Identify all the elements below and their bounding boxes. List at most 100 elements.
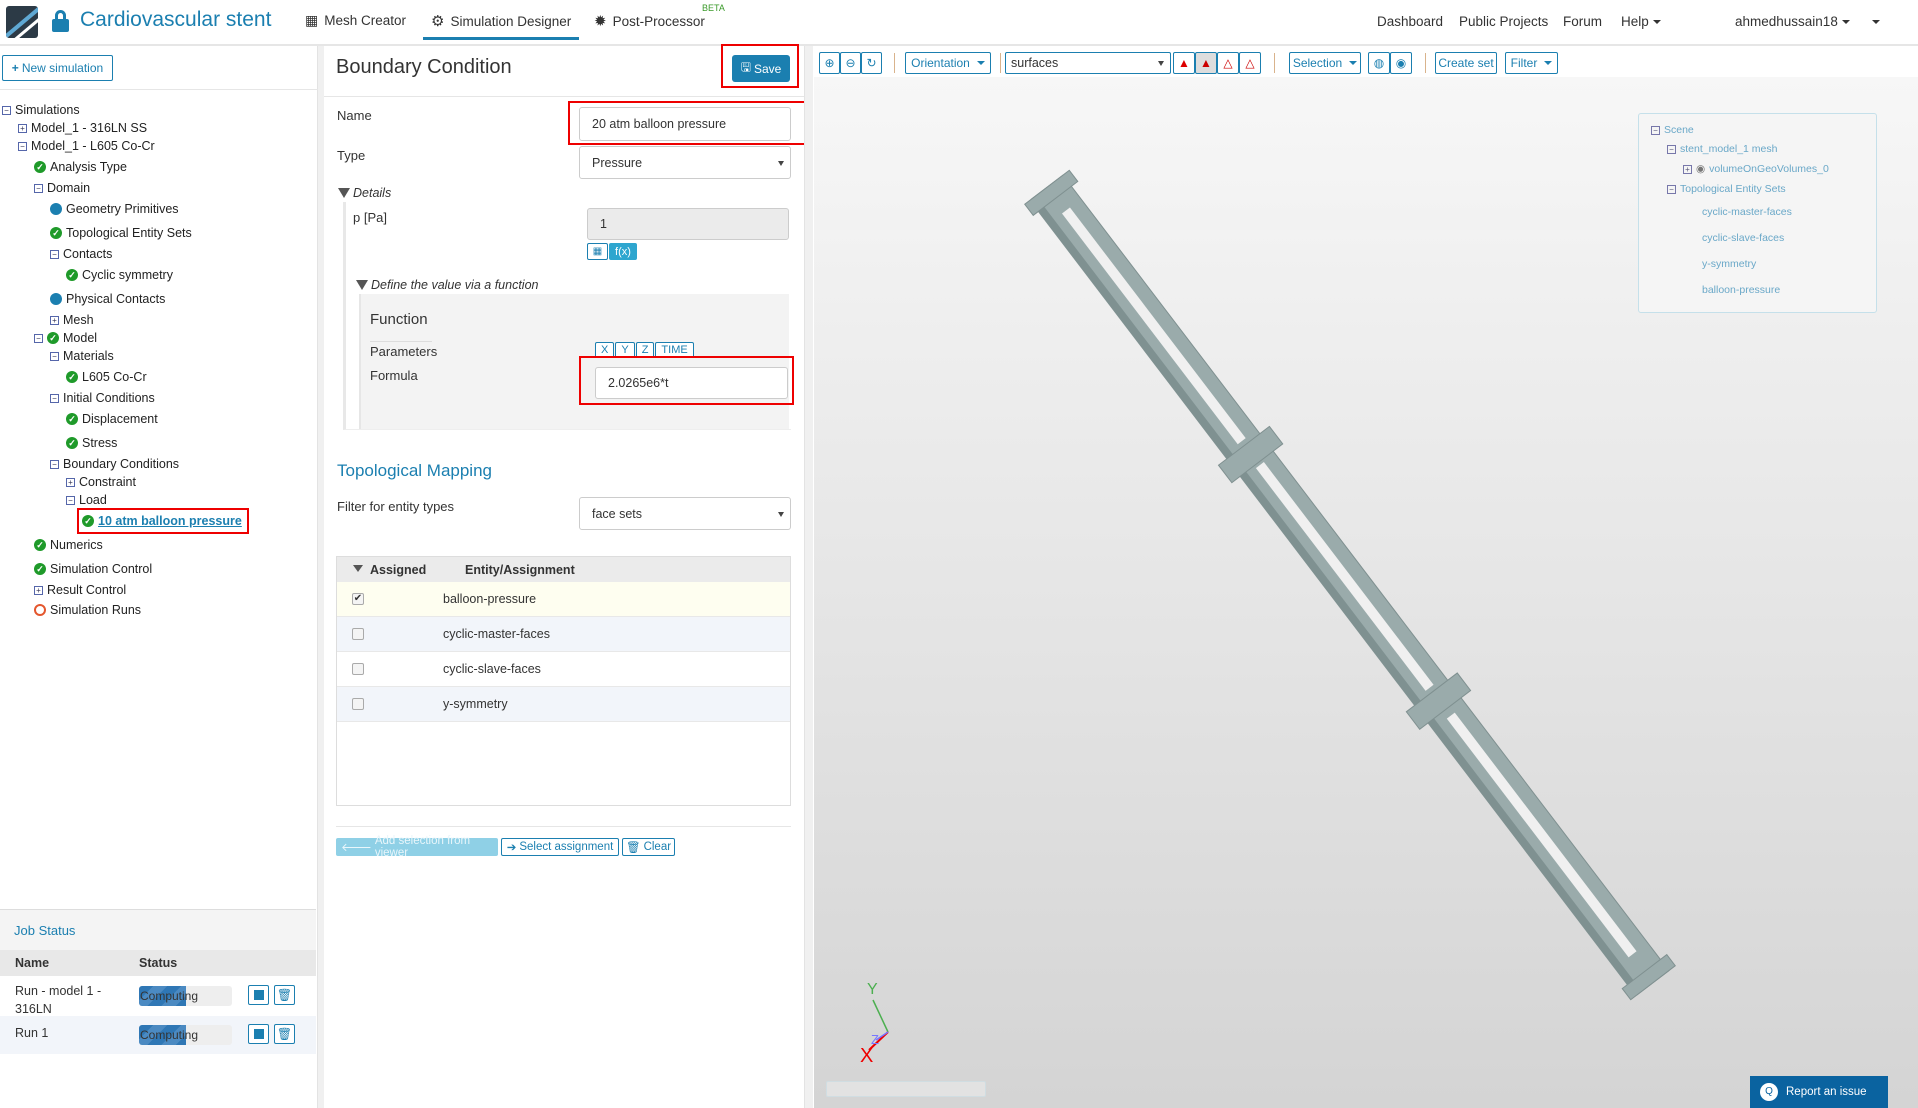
- tree-item[interactable]: − Materials: [50, 348, 114, 364]
- reset-view-button[interactable]: ↻: [861, 52, 882, 74]
- table-row[interactable]: cyclic-master-faces: [337, 617, 790, 652]
- report-issue-button[interactable]: Q Report an issue: [1750, 1076, 1888, 1108]
- clear-button[interactable]: 🗑 Clear: [622, 838, 675, 856]
- nav-mesh-creator[interactable]: ▦ Mesh Creator: [305, 12, 406, 29]
- expand-icon[interactable]: +: [18, 123, 27, 133]
- collapse-icon[interactable]: −: [50, 249, 59, 259]
- tree-item[interactable]: ✓ Cyclic symmetry: [66, 267, 173, 283]
- zoom-out-button[interactable]: ⊖: [840, 52, 861, 74]
- expand-icon[interactable]: +: [50, 315, 59, 325]
- render-solid-edges-button[interactable]: ▲: [1195, 52, 1217, 74]
- stop-job-button[interactable]: [248, 985, 269, 1005]
- expand-icon[interactable]: +: [1683, 164, 1692, 174]
- tree-item[interactable]: ✓ Stress: [66, 435, 117, 451]
- tree-item[interactable]: Geometry Primitives: [50, 201, 179, 217]
- collapse-icon[interactable]: −: [1651, 125, 1660, 135]
- stop-job-button[interactable]: [248, 1024, 269, 1044]
- tree-item[interactable]: ✓ L605 Co-Cr: [66, 369, 147, 385]
- col-entity[interactable]: Entity/Assignment: [465, 563, 575, 577]
- scene-volume[interactable]: + ◉ volumeOnGeoVolumes_0: [1683, 163, 1829, 175]
- app-logo[interactable]: [6, 6, 38, 38]
- tree-item[interactable]: − Contacts: [50, 246, 112, 262]
- nav-forum[interactable]: Forum: [1563, 14, 1602, 29]
- nav-simulation-designer[interactable]: ⚙ Simulation Designer: [423, 12, 580, 40]
- assigned-checkbox[interactable]: ✔: [352, 593, 364, 605]
- details-toggle[interactable]: Details: [338, 186, 391, 200]
- tree-item[interactable]: ✓ Analysis Type: [34, 159, 127, 175]
- tree-item[interactable]: Simulation Runs: [34, 602, 141, 618]
- scene-root[interactable]: − Scene: [1651, 124, 1694, 136]
- user-menu[interactable]: ahmedhussain18: [1735, 14, 1850, 29]
- viewer-console-input[interactable]: [826, 1081, 986, 1097]
- save-button[interactable]: 🖫 Save: [732, 55, 790, 82]
- tree-item[interactable]: − Domain: [34, 180, 90, 196]
- delete-job-button[interactable]: 🗑: [274, 1024, 295, 1044]
- new-simulation-button[interactable]: + New simulation: [2, 55, 113, 81]
- render-mode-select[interactable]: surfaces: [1005, 52, 1171, 74]
- delete-job-button[interactable]: 🗑: [274, 985, 295, 1005]
- collapse-icon[interactable]: −: [50, 393, 59, 403]
- tree-item[interactable]: − Load: [66, 492, 107, 508]
- nav-dashboard[interactable]: Dashboard: [1377, 14, 1443, 29]
- add-selection-button[interactable]: 🡐 Add selection from viewer: [336, 835, 498, 859]
- tree-item[interactable]: ✓ Simulation Control: [34, 561, 152, 577]
- scene-set-item[interactable]: cyclic-master-faces: [1702, 206, 1792, 218]
- orientation-dropdown[interactable]: Orientation: [905, 52, 991, 74]
- scene-sets[interactable]: − Topological Entity Sets: [1667, 183, 1786, 195]
- tree-item[interactable]: − Simulations: [2, 102, 80, 118]
- eye-icon[interactable]: ◉: [1696, 163, 1705, 175]
- collapse-icon[interactable]: −: [34, 333, 43, 343]
- collapse-icon[interactable]: −: [1667, 144, 1676, 154]
- tree-item[interactable]: + Model_1 - 316LN SS: [18, 120, 147, 136]
- nav-post-processor[interactable]: ✹ Post-Processor: [594, 12, 705, 30]
- tree-item[interactable]: − Initial Conditions: [50, 390, 155, 406]
- hide-button[interactable]: ◍: [1368, 52, 1390, 74]
- tree-item[interactable]: − ✓ Model: [34, 330, 97, 346]
- assigned-checkbox[interactable]: [352, 698, 364, 710]
- tree-item[interactable]: + Result Control: [34, 582, 126, 598]
- tree-item[interactable]: ✓ 10 atm balloon pressure: [77, 508, 249, 534]
- table-row[interactable]: y-symmetry: [337, 687, 790, 722]
- select-assignment-button[interactable]: ➔ Select assignment: [501, 838, 619, 856]
- tree-item[interactable]: ✓ Displacement: [66, 411, 158, 427]
- render-solid-button[interactable]: ▲: [1173, 52, 1195, 74]
- expand-icon[interactable]: +: [66, 477, 75, 487]
- nav-help[interactable]: Help: [1621, 14, 1661, 29]
- extra-menu[interactable]: [1868, 14, 1880, 29]
- scene-set-item[interactable]: y-symmetry: [1702, 258, 1756, 270]
- collapse-icon[interactable]: −: [34, 183, 43, 193]
- nav-public-projects[interactable]: Public Projects: [1459, 14, 1548, 29]
- tree-item[interactable]: ✓ Topological Entity Sets: [50, 225, 192, 241]
- selection-dropdown[interactable]: Selection: [1289, 52, 1361, 74]
- show-button[interactable]: ◉: [1390, 52, 1412, 74]
- tree-item[interactable]: − Boundary Conditions: [50, 456, 179, 472]
- tree-item[interactable]: − Model_1 - L605 Co-Cr: [18, 138, 155, 154]
- name-input[interactable]: 20 atm balloon pressure: [579, 107, 791, 141]
- zoom-in-button[interactable]: ⊕: [819, 52, 840, 74]
- assigned-checkbox[interactable]: [352, 628, 364, 640]
- table-row[interactable]: ✔ balloon-pressure: [337, 582, 790, 617]
- scene-mesh[interactable]: − stent_model_1 mesh: [1667, 143, 1777, 155]
- collapse-icon[interactable]: −: [2, 105, 11, 115]
- render-wireframe-button[interactable]: △: [1217, 52, 1239, 74]
- collapse-icon[interactable]: −: [50, 351, 59, 361]
- scene-set-item[interactable]: cyclic-slave-faces: [1702, 232, 1784, 244]
- collapse-icon[interactable]: −: [18, 141, 27, 151]
- filter-dropdown[interactable]: Filter: [1505, 52, 1558, 74]
- expand-icon[interactable]: +: [34, 585, 43, 595]
- p-value-input[interactable]: 1: [587, 208, 789, 240]
- collapse-icon[interactable]: −: [1667, 184, 1676, 194]
- function-button[interactable]: f(x): [609, 243, 637, 260]
- collapse-icon[interactable]: −: [50, 459, 59, 469]
- sort-icon[interactable]: [353, 565, 363, 572]
- tree-item[interactable]: ✓ Numerics: [34, 537, 103, 553]
- table-row[interactable]: cyclic-slave-faces: [337, 652, 790, 687]
- render-points-button[interactable]: △: [1239, 52, 1261, 74]
- panel-resizer[interactable]: [804, 46, 813, 1108]
- col-assigned[interactable]: Assigned: [370, 563, 426, 577]
- entity-filter-select[interactable]: face sets: [579, 497, 791, 530]
- tree-item[interactable]: + Mesh: [50, 312, 94, 328]
- assigned-checkbox[interactable]: [352, 663, 364, 675]
- define-function-toggle[interactable]: Define the value via a function: [356, 278, 538, 292]
- collapse-icon[interactable]: −: [66, 495, 75, 505]
